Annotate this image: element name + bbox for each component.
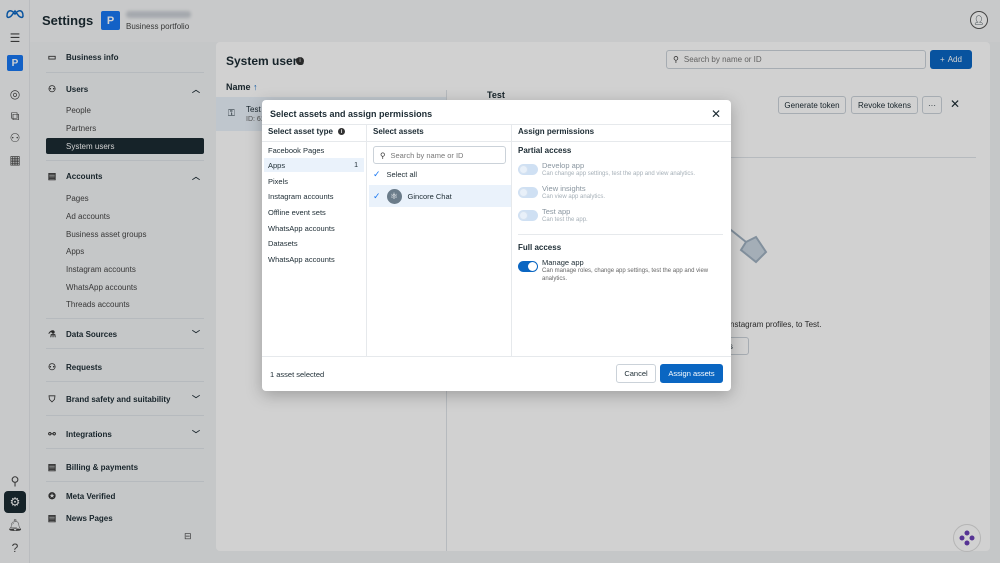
divider — [367, 141, 511, 142]
divider — [262, 356, 731, 357]
asset-type-header: Select asset type i — [268, 127, 345, 136]
develop-app-toggle[interactable] — [518, 164, 538, 175]
divider — [262, 141, 366, 142]
asset-type-label: Pixels — [268, 176, 289, 186]
asset-count: 1 — [354, 161, 358, 169]
asset-type-item[interactable]: Pixels — [264, 174, 364, 188]
close-dialog-icon[interactable]: ✕ — [711, 107, 721, 121]
manage-app-toggle[interactable] — [518, 261, 538, 272]
checkmark-icon: ✓ — [373, 190, 381, 201]
dialog-title: Select assets and assign permissions — [270, 109, 433, 119]
select-assets-header: Select assets — [373, 127, 424, 136]
asset-type-column: Select asset type i Facebook Pages Apps 1 … — [262, 124, 366, 356]
toggle-knob — [519, 165, 528, 174]
column-title: Select asset type — [268, 127, 333, 136]
asset-type-label: Instagram accounts — [268, 191, 334, 201]
info-icon[interactable]: i — [337, 128, 345, 135]
assign-assets-dialog: Select assets and assign permissions ✕ S… — [262, 100, 731, 391]
search-icon: ⚲ — [380, 150, 386, 160]
permission-label: Test app — [542, 207, 571, 216]
full-access-heading: Full access — [518, 243, 562, 252]
asset-type-item[interactable]: Datasets — [264, 236, 364, 250]
permission-label: View insights — [542, 184, 586, 193]
develop-app-permission: Develop app Can change app settings, tes… — [518, 161, 723, 181]
view-insights-permission: View insights Can view app analytics. — [518, 184, 723, 204]
asset-row-selected[interactable]: ✓ ⚛ Gincore Chat — [369, 185, 511, 207]
permission-label: Develop app — [542, 161, 585, 170]
asset-type-item[interactable]: Instagram accounts — [264, 189, 364, 203]
toggle-knob — [519, 188, 528, 197]
permission-description: Can manage roles, change app settings, t… — [542, 268, 709, 282]
permission-label: Manage app — [542, 258, 584, 267]
select-all-checkbox[interactable]: ✓ Select all — [373, 169, 417, 180]
manage-app-permission: Manage app Can manage roles, change app … — [518, 258, 723, 282]
asset-type-label: Offline event sets — [268, 207, 326, 217]
asset-type-item[interactable]: Facebook Pages — [264, 143, 364, 157]
partial-access-heading: Partial access — [518, 146, 572, 155]
app-logo-icon: ⚛ — [386, 188, 402, 204]
asset-type-label: WhatsApp accounts — [268, 254, 335, 264]
asset-type-item[interactable]: WhatsApp accounts — [264, 252, 364, 266]
asset-type-label: Datasets — [268, 238, 298, 248]
assets-search-input[interactable]: ⚲ Search by name or ID — [373, 146, 506, 164]
select-assets-column: Select assets ⚲ Search by name or ID ✓ Se… — [366, 124, 512, 356]
asset-type-item[interactable]: Offline event sets — [264, 205, 364, 219]
divider — [512, 141, 731, 142]
assign-permissions-header: Assign permissions — [518, 127, 595, 136]
checkmark-icon: ✓ — [373, 169, 381, 179]
search-placeholder: Search by name or ID — [390, 150, 464, 160]
permission-description: Can change app settings, test the app an… — [542, 171, 696, 177]
test-app-permission: Test app Can test the app. — [518, 207, 723, 227]
test-app-toggle[interactable] — [518, 210, 538, 221]
asset-type-item-selected[interactable]: Apps 1 — [264, 158, 364, 172]
asset-type-label: WhatsApp accounts — [268, 223, 335, 233]
divider — [518, 234, 723, 235]
asset-name: Gincore Chat — [407, 191, 452, 201]
view-insights-toggle[interactable] — [518, 187, 538, 198]
toggle-knob — [519, 211, 528, 220]
assign-assets-button[interactable]: Assign assets — [660, 364, 723, 383]
permission-description: Can test the app. — [542, 217, 588, 223]
asset-type-label: Facebook Pages — [268, 145, 325, 155]
selected-count: 1 asset selected — [270, 370, 325, 379]
toggle-knob — [528, 262, 537, 271]
asset-type-label: Apps — [268, 160, 286, 170]
cancel-button[interactable]: Cancel — [616, 364, 656, 383]
permission-description: Can view app analytics. — [542, 194, 606, 200]
select-all-label: Select all — [386, 170, 417, 179]
assign-permissions-column: Assign permissions Partial access Develo… — [512, 124, 731, 356]
asset-type-item[interactable]: WhatsApp accounts — [264, 221, 364, 235]
